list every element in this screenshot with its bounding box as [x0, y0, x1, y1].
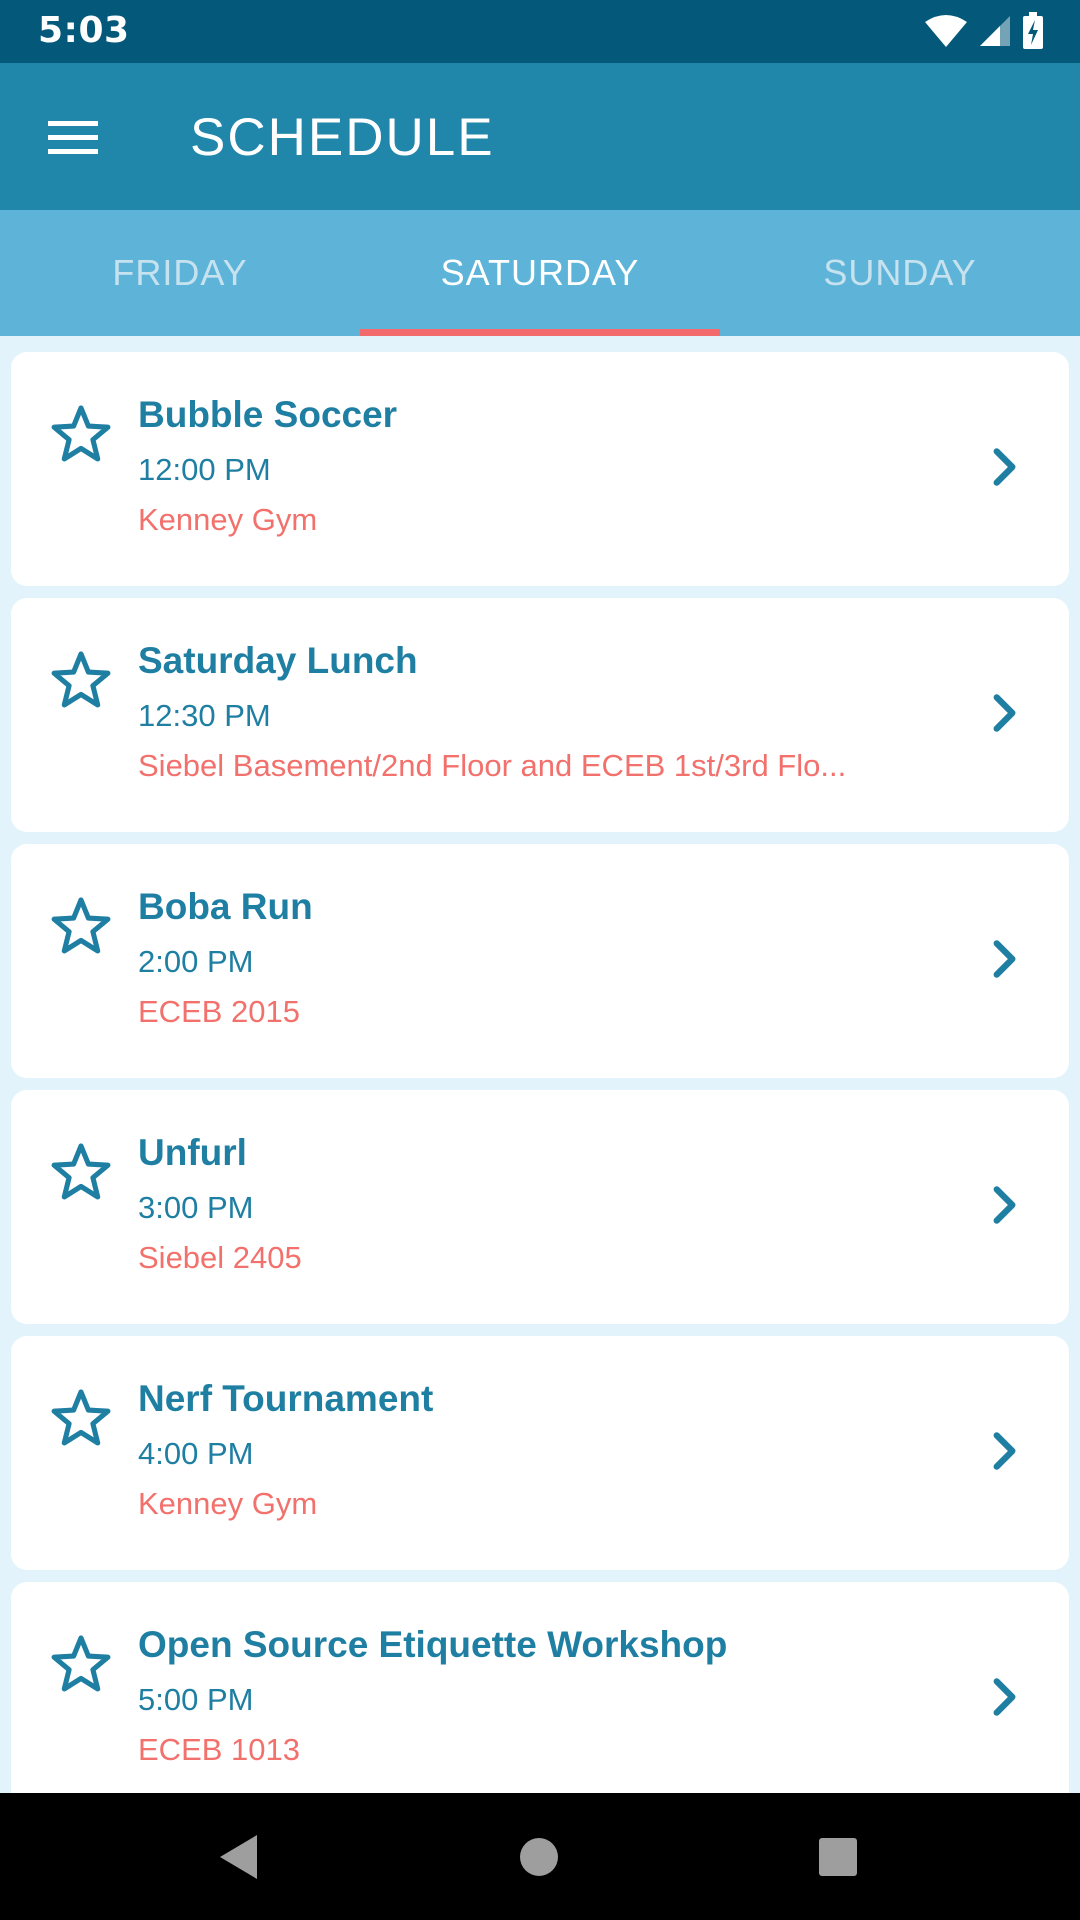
event-location: Siebel 2405 [138, 1240, 302, 1275]
tab-label: SUNDAY [823, 252, 977, 293]
chevron-right-icon [993, 940, 1016, 978]
tab-saturday[interactable]: SATURDAY [360, 210, 720, 336]
menu-icon [48, 121, 98, 154]
event-card[interactable]: Open Source Etiquette Workshop 5:00 PM E… [11, 1582, 1069, 1793]
event-list: Bubble Soccer 12:00 PM Kenney Gym Saturd… [11, 352, 1069, 1793]
event-location: Kenney Gym [138, 502, 318, 537]
event-name: Unfurl [138, 1132, 247, 1173]
tab-label: SATURDAY [440, 252, 640, 293]
event-name: Boba Run [138, 886, 313, 927]
event-time: 4:00 PM [138, 1436, 254, 1471]
chevron-right-icon [993, 1432, 1016, 1470]
tab-sunday[interactable]: SUNDAY [720, 210, 1080, 336]
app-bar: SCHEDULE [0, 63, 1080, 210]
system-nav-bar [0, 1793, 1080, 1920]
star-outline-icon[interactable] [47, 1384, 115, 1452]
menu-button[interactable] [30, 101, 116, 173]
day-tabs: FRIDAY SATURDAY SUNDAY [0, 210, 1080, 336]
event-name: Open Source Etiquette Workshop [138, 1624, 728, 1665]
recents-button[interactable] [802, 1821, 874, 1893]
event-card[interactable]: Nerf Tournament 4:00 PM Kenney Gym [11, 1336, 1069, 1570]
event-card[interactable]: Unfurl 3:00 PM Siebel 2405 [11, 1090, 1069, 1324]
chevron-right-icon [993, 448, 1016, 486]
back-button[interactable] [203, 1821, 275, 1893]
event-card[interactable]: Saturday Lunch 12:30 PM Siebel Basement/… [11, 598, 1069, 832]
event-card[interactable]: Boba Run 2:00 PM ECEB 2015 [11, 844, 1069, 1078]
event-name: Saturday Lunch [138, 640, 418, 681]
chevron-right-icon [993, 1678, 1016, 1716]
event-time: 5:00 PM [138, 1682, 254, 1717]
wifi-icon [925, 15, 967, 47]
event-location: Kenney Gym [138, 1486, 318, 1521]
star-outline-icon[interactable] [47, 400, 115, 468]
star-outline-icon[interactable] [47, 1630, 115, 1698]
active-tab-indicator [360, 329, 720, 336]
event-name: Nerf Tournament [138, 1378, 434, 1419]
tab-label: FRIDAY [112, 252, 248, 293]
battery-charging-icon [1023, 12, 1043, 49]
event-time: 12:00 PM [138, 452, 271, 487]
event-time: 12:30 PM [138, 698, 271, 733]
home-button[interactable] [503, 1821, 575, 1893]
status-bar: 5:03 [0, 0, 1080, 63]
home-icon [520, 1838, 558, 1876]
event-time: 3:00 PM [138, 1190, 254, 1225]
chevron-right-icon [993, 1186, 1016, 1224]
event-location: ECEB 1013 [138, 1732, 300, 1767]
cell-signal-icon [980, 16, 1010, 46]
tab-friday[interactable]: FRIDAY [0, 210, 360, 336]
back-icon [220, 1835, 257, 1879]
page-title: SCHEDULE [190, 108, 495, 167]
recents-icon [819, 1838, 857, 1876]
star-outline-icon[interactable] [47, 646, 115, 714]
star-outline-icon[interactable] [47, 892, 115, 960]
event-location: Siebel Basement/2nd Floor and ECEB 1st/3… [138, 748, 847, 783]
event-time: 2:00 PM [138, 944, 254, 979]
star-outline-icon[interactable] [47, 1138, 115, 1206]
chevron-right-icon [993, 694, 1016, 732]
status-icons [924, 12, 1044, 50]
event-location: ECEB 2015 [138, 994, 300, 1029]
event-name: Bubble Soccer [138, 394, 398, 435]
status-time: 5:03 [38, 10, 130, 51]
event-card[interactable]: Bubble Soccer 12:00 PM Kenney Gym [11, 352, 1069, 586]
